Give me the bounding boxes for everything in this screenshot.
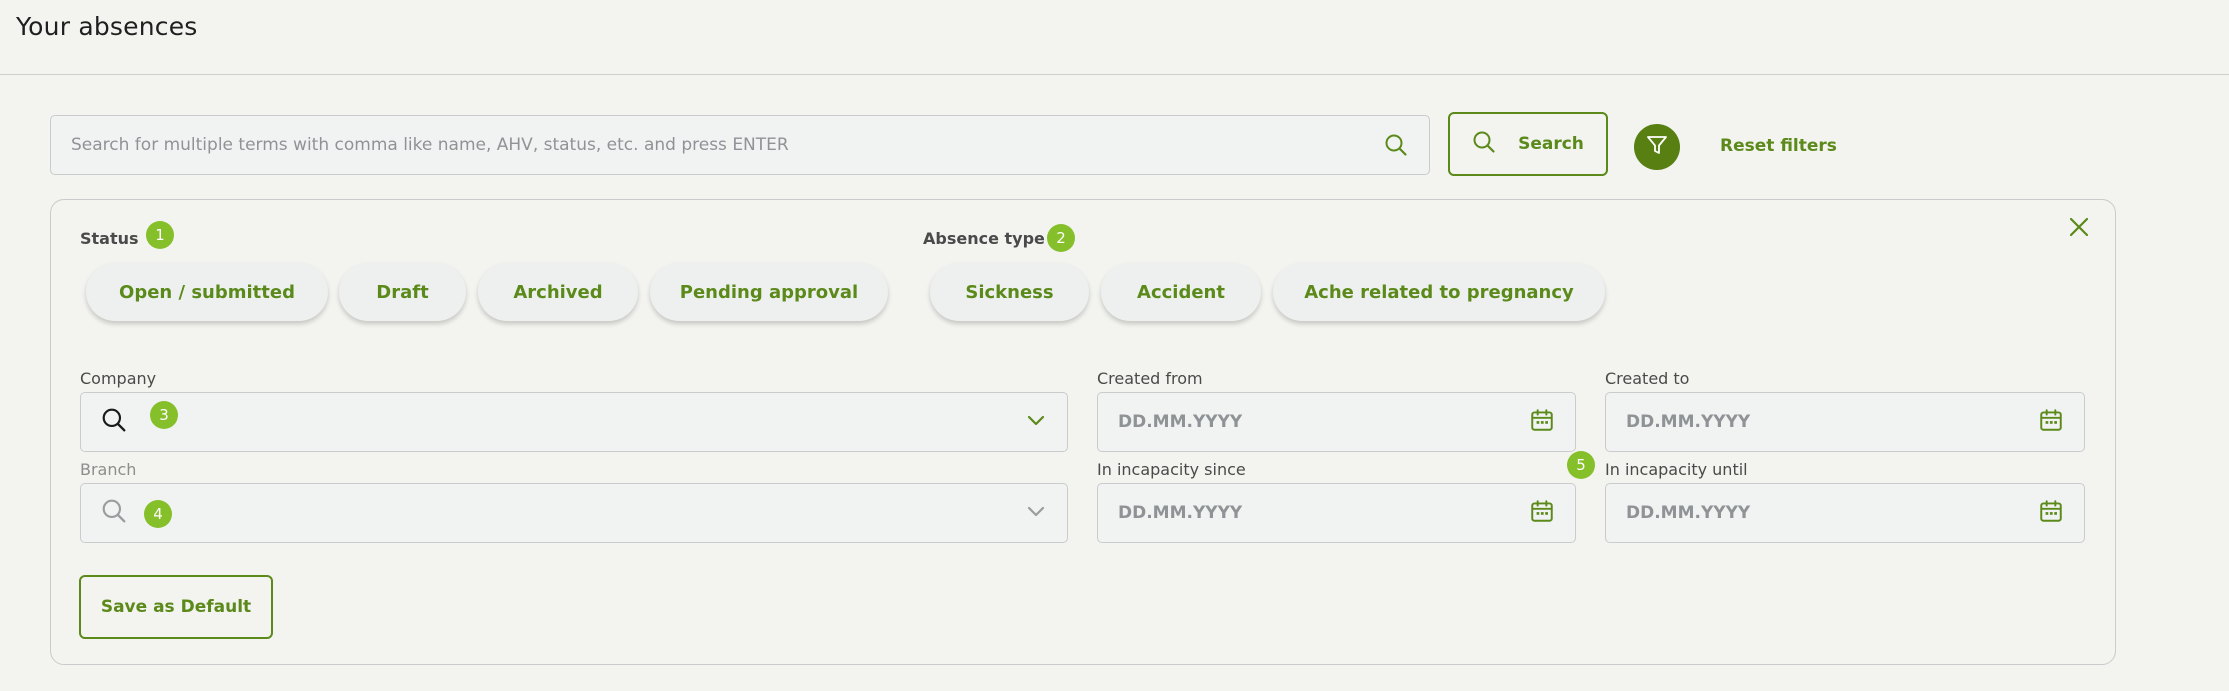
chevron-down-icon[interactable] [1025, 500, 1047, 526]
search-input[interactable] [71, 135, 1383, 155]
created-to-label: Created to [1605, 369, 1690, 388]
close-filter-panel-button[interactable] [2066, 216, 2092, 242]
company-label: Company [80, 369, 157, 388]
incapacity-since-label: In incapacity since [1097, 460, 1246, 479]
search-button[interactable]: Search [1448, 112, 1608, 176]
search-button-label: Search [1518, 134, 1584, 154]
page-title: Your absences [16, 12, 198, 41]
title-divider [0, 74, 2229, 75]
company-select[interactable] [80, 392, 1068, 452]
incapacity-until-badge: 5 [1567, 451, 1595, 479]
created-from-field[interactable]: DD.MM.YYYY [1097, 392, 1576, 452]
absence-type-badge: 2 [1047, 224, 1075, 252]
absence-chip-sickness[interactable]: Sickness [930, 263, 1089, 321]
close-icon [2068, 216, 2090, 242]
save-as-default-button[interactable]: Save as Default [79, 575, 273, 639]
created-to-field[interactable]: DD.MM.YYYY [1605, 392, 2085, 452]
created-from-label: Created from [1097, 369, 1203, 388]
incapacity-since-placeholder: DD.MM.YYYY [1118, 503, 1243, 523]
chevron-down-icon[interactable] [1025, 409, 1047, 435]
search-icon [101, 407, 127, 437]
calendar-icon[interactable] [2038, 407, 2064, 437]
search-bar [50, 115, 1430, 175]
status-chip-open-submitted[interactable]: Open / submitted [86, 263, 328, 321]
status-label: Status [80, 229, 139, 248]
search-icon[interactable] [1383, 132, 1409, 158]
branch-label: Branch [80, 460, 137, 479]
calendar-icon[interactable] [1529, 407, 1555, 437]
incapacity-until-placeholder: DD.MM.YYYY [1626, 503, 1751, 523]
incapacity-until-field[interactable]: DD.MM.YYYY [1605, 483, 2085, 543]
branch-select[interactable] [80, 483, 1068, 543]
filter-toggle-button[interactable] [1634, 124, 1680, 170]
created-from-placeholder: DD.MM.YYYY [1118, 412, 1243, 432]
absence-type-label: Absence type [923, 229, 1045, 248]
calendar-icon[interactable] [1529, 498, 1555, 528]
search-icon [1472, 130, 1496, 159]
absence-chip-accident[interactable]: Accident [1101, 263, 1261, 321]
filter-icon [1645, 133, 1669, 161]
absence-chip-pregnancy[interactable]: Ache related to pregnancy [1273, 263, 1605, 321]
search-icon [101, 498, 127, 528]
branch-badge: 4 [144, 500, 172, 528]
calendar-icon[interactable] [2038, 498, 2064, 528]
status-chip-draft[interactable]: Draft [339, 263, 466, 321]
status-badge: 1 [146, 221, 174, 249]
status-chip-pending-approval[interactable]: Pending approval [650, 263, 888, 321]
created-to-placeholder: DD.MM.YYYY [1626, 412, 1751, 432]
reset-filters-link[interactable]: Reset filters [1720, 136, 1837, 156]
company-badge: 3 [150, 401, 178, 429]
incapacity-until-label: In incapacity until [1605, 460, 1748, 479]
incapacity-since-field[interactable]: DD.MM.YYYY [1097, 483, 1576, 543]
status-chip-archived[interactable]: Archived [478, 263, 638, 321]
